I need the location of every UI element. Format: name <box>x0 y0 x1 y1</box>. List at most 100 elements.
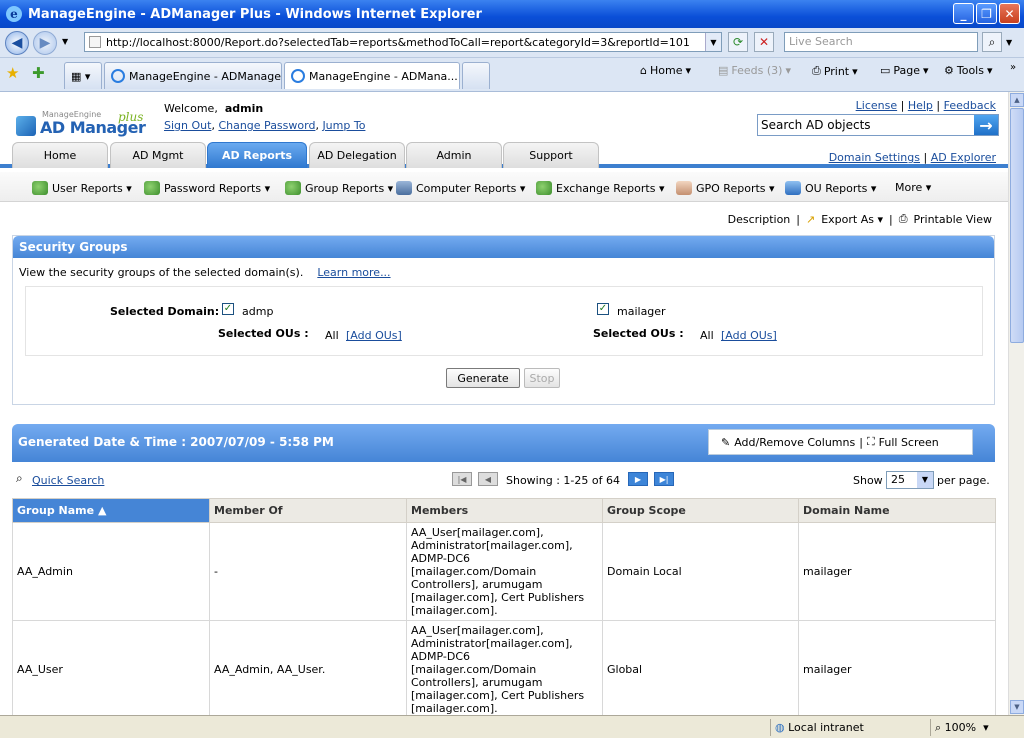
feedback-link[interactable]: Feedback <box>944 99 996 112</box>
ad-search-go-icon[interactable]: → <box>974 115 998 135</box>
minimize-button[interactable]: _ <box>953 3 974 24</box>
domain-admp-checkbox[interactable]: ✓ <box>222 303 234 315</box>
menu-ou-reports[interactable]: OU Reports ▾ <box>785 181 876 195</box>
forward-button[interactable]: ▶ <box>33 31 57 55</box>
menu-computer-reports[interactable]: Computer Reports ▾ <box>396 181 525 195</box>
description-link[interactable]: Description <box>728 213 791 226</box>
favorites-star-icon[interactable]: ★ <box>6 64 19 82</box>
menu-password-reports[interactable]: Password Reports ▾ <box>144 181 270 195</box>
quick-search-link[interactable]: Quick Search <box>32 474 104 487</box>
home-command[interactable]: ⌂ Home ▾ <box>640 64 691 77</box>
col-group-scope[interactable]: Group Scope <box>602 498 799 523</box>
security-zone: ◍ Local intranet <box>770 719 928 736</box>
live-search-input[interactable]: Live Search <box>784 32 978 52</box>
sign-out-link[interactable]: Sign Out <box>164 119 211 132</box>
full-screen-link[interactable]: Full Screen <box>879 436 939 449</box>
admp-ous-value: All <box>325 329 339 342</box>
per-page-label: per page. <box>937 474 990 487</box>
add-favorite-icon[interactable]: ✚ <box>32 64 45 82</box>
menu-more[interactable]: More ▾ <box>895 181 931 194</box>
add-remove-columns-link[interactable]: Add/Remove Columns <box>734 436 855 449</box>
next-page-button[interactable]: ▶ <box>628 472 648 486</box>
stop-report-button[interactable]: Stop <box>524 368 560 388</box>
vertical-scrollbar[interactable]: ▲ ▼ <box>1008 92 1024 715</box>
maximize-button[interactable]: ❐ <box>976 3 997 24</box>
stop-button[interactable]: ✕ <box>754 32 774 52</box>
print-command[interactable]: ⎙ Print ▾ <box>812 64 858 78</box>
change-password-link[interactable]: Change Password <box>218 119 315 132</box>
search-go-button[interactable]: ⌕ <box>982 32 1002 52</box>
zoom-control[interactable]: ⌕ 100% ▾ <box>930 719 1010 736</box>
results-table: Group Name ▲ Member Of Members Group Sco… <box>12 498 996 715</box>
prev-page-button[interactable]: ◀ <box>478 472 498 486</box>
report-description: View the security groups of the selected… <box>19 266 391 279</box>
admp-add-ous-link[interactable]: [Add OUs] <box>346 329 402 342</box>
new-tab-button[interactable] <box>462 62 490 89</box>
jump-to-link[interactable]: Jump To <box>322 119 365 132</box>
ad-search-input[interactable]: Search AD objects <box>758 115 974 135</box>
show-label: Show <box>853 474 883 487</box>
browser-tab-row: ★ ✚ ▦ ▾ ManageEngine - ADManager ... Man… <box>0 58 1024 92</box>
menu-group-reports[interactable]: Group Reports ▾ <box>285 181 393 195</box>
tab-home[interactable]: Home <box>12 142 108 168</box>
address-bar[interactable]: http://localhost:8000/Report.do?selected… <box>84 32 722 52</box>
license-link[interactable]: License <box>856 99 897 112</box>
last-page-button[interactable]: ▶| <box>654 472 674 486</box>
address-dropdown-icon[interactable]: ▼ <box>705 33 721 51</box>
export-icon: ↗ <box>806 212 816 226</box>
browser-tab-2[interactable]: ManageEngine - ADMana... ✕ <box>284 62 460 89</box>
showing-count: Showing : 1-25 of 64 <box>506 474 620 487</box>
back-button[interactable]: ◀ <box>5 31 29 55</box>
col-member-of[interactable]: Member Of <box>209 498 407 523</box>
cell-group: AA_User <box>12 620 210 715</box>
tab-support[interactable]: Support <box>503 142 599 168</box>
scroll-thumb[interactable] <box>1010 108 1024 343</box>
window-title: ManageEngine - ADManager Plus - Windows … <box>28 6 482 22</box>
tab-admin[interactable]: Admin <box>406 142 502 168</box>
table-header-row: Group Name ▲ Member Of Members Group Sco… <box>12 498 996 523</box>
per-page-select[interactable]: 25 ▼ <box>886 471 934 489</box>
password-icon <box>144 181 160 195</box>
chevron-more-icon[interactable]: » <box>1010 62 1016 73</box>
mailager-ous-value: All <box>700 329 714 342</box>
feeds-command[interactable]: ▤ Feeds (3) ▾ <box>718 64 791 77</box>
intranet-globe-icon: ◍ <box>775 721 785 734</box>
close-button[interactable]: ✕ <box>999 3 1020 24</box>
mailager-add-ous-link[interactable]: [Add OUs] <box>721 329 777 342</box>
computer-icon <box>396 181 412 195</box>
browser-tab-1[interactable]: ManageEngine - ADManager ... <box>104 62 282 89</box>
generate-button[interactable]: Generate <box>446 368 520 388</box>
first-page-button[interactable]: |◀ <box>452 472 472 486</box>
printable-view-link[interactable]: Printable View <box>914 213 992 226</box>
history-dropdown-icon[interactable]: ▼ <box>62 37 68 46</box>
tools-command[interactable]: ⚙ Tools ▾ <box>944 64 993 77</box>
ad-explorer-link[interactable]: AD Explorer <box>931 151 996 164</box>
scroll-down-icon[interactable]: ▼ <box>1010 700 1024 714</box>
tab-ad-reports[interactable]: AD Reports <box>207 142 307 168</box>
col-domain-name[interactable]: Domain Name <box>798 498 996 523</box>
scroll-up-icon[interactable]: ▲ <box>1010 93 1024 107</box>
selected-ous-label: Selected OUs : <box>218 327 309 340</box>
col-members[interactable]: Members <box>406 498 603 523</box>
export-as-menu[interactable]: Export As ▾ <box>821 213 883 226</box>
address-toolbar: ◀ ▶ ▼ http://localhost:8000/Report.do?se… <box>0 28 1024 58</box>
tab-favicon <box>291 69 305 83</box>
quick-tabs-button[interactable]: ▦ ▾ <box>64 62 102 89</box>
tab-ad-mgmt[interactable]: AD Mgmt <box>110 142 206 168</box>
learn-more-link[interactable]: Learn more... <box>317 266 390 279</box>
admanager-logo: ManageEngine AD Manager plus <box>14 100 146 137</box>
help-link[interactable]: Help <box>908 99 933 112</box>
exchange-icon <box>536 181 552 195</box>
tab-ad-delegation[interactable]: AD Delegation <box>309 142 405 168</box>
welcome-text: Welcome, admin <box>164 102 264 115</box>
domain-mailager-checkbox[interactable]: ✓ <box>597 303 609 315</box>
menu-gpo-reports[interactable]: GPO Reports ▾ <box>676 181 775 195</box>
page-command[interactable]: ▭ Page ▾ <box>880 64 929 77</box>
domain-settings-link[interactable]: Domain Settings <box>829 151 920 164</box>
col-group-name[interactable]: Group Name ▲ <box>12 498 210 523</box>
menu-exchange-reports[interactable]: Exchange Reports ▾ <box>536 181 664 195</box>
menu-user-reports[interactable]: User Reports ▾ <box>32 181 132 195</box>
search-options-icon[interactable]: ▼ <box>1006 38 1012 47</box>
search-icon: ⌕ <box>16 471 23 485</box>
refresh-button[interactable]: ⟳ <box>728 32 748 52</box>
